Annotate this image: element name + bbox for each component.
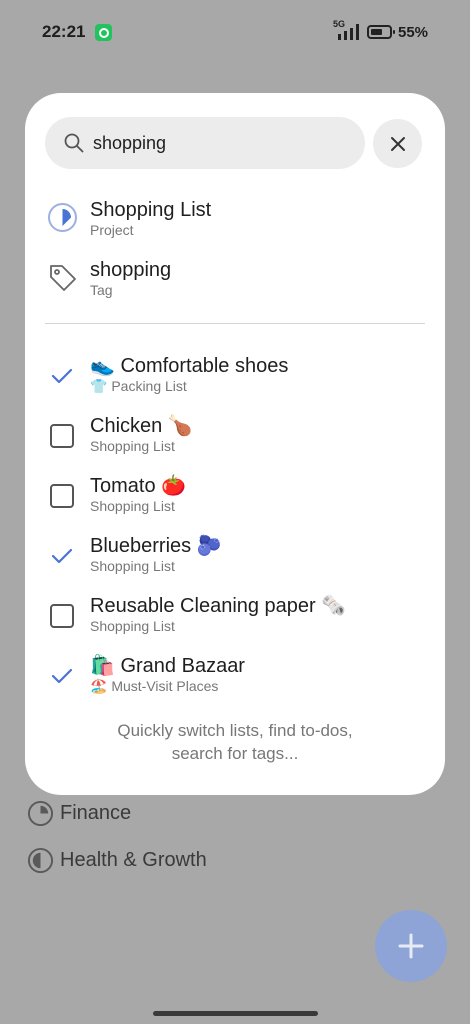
search-popup: Shopping List Project shopping Tag 👟 Com… bbox=[25, 93, 445, 795]
todo-checkbox-checked[interactable] bbox=[47, 661, 77, 691]
todo-item[interactable]: 🛍️ Grand Bazaar 🏖️ Must-Visit Places bbox=[47, 654, 245, 695]
status-bar: 22:21 5G 55% bbox=[0, 0, 470, 64]
todo-checkbox-checked[interactable] bbox=[47, 541, 77, 571]
todo-list-name: Shopping List bbox=[90, 618, 175, 634]
todo-title: 🛍️ Grand Bazaar bbox=[90, 655, 245, 677]
whatsapp-notification-icon bbox=[95, 24, 112, 41]
result-type: Tag bbox=[90, 282, 113, 298]
todo-list-name: Shopping List bbox=[90, 438, 175, 454]
close-icon bbox=[390, 136, 405, 151]
search-bar[interactable] bbox=[45, 117, 365, 169]
todo-list-name: Shopping List bbox=[90, 558, 175, 574]
result-type: Project bbox=[90, 222, 134, 238]
checkbox-box bbox=[50, 484, 74, 508]
project-pie-icon bbox=[27, 847, 54, 874]
divider bbox=[45, 323, 425, 324]
todo-title: Tomato 🍅 bbox=[90, 475, 187, 497]
todo-checkbox-checked[interactable] bbox=[47, 361, 77, 391]
project-pie-icon bbox=[48, 203, 77, 232]
todo-item[interactable]: 👟 Comfortable shoes 👕 Packing List bbox=[47, 354, 288, 395]
todo-title: 👟 Comfortable shoes bbox=[90, 355, 289, 377]
checkbox-box bbox=[50, 604, 74, 628]
search-hint-line: search for tags... bbox=[171, 744, 299, 763]
todo-item[interactable]: Chicken 🍗 Shopping List bbox=[47, 414, 193, 455]
todo-checkbox[interactable] bbox=[47, 421, 77, 451]
bg-list-item-health[interactable]: Health & Growth bbox=[27, 847, 207, 874]
todo-list-name: 🏖️ Must-Visit Places bbox=[90, 678, 219, 694]
battery-percent: 55% bbox=[398, 24, 429, 41]
result-tag[interactable]: shopping Tag bbox=[47, 258, 171, 299]
search-icon bbox=[64, 133, 84, 153]
search-input[interactable] bbox=[93, 132, 333, 154]
todo-list-name: Shopping List bbox=[90, 498, 175, 514]
project-pie-icon bbox=[27, 800, 54, 827]
todo-title: Blueberries 🫐 bbox=[90, 535, 222, 557]
result-title: Shopping List bbox=[90, 199, 212, 221]
checkmark-icon bbox=[51, 368, 73, 384]
bg-list-item-label: Finance bbox=[60, 802, 132, 824]
todo-item[interactable]: Reusable Cleaning paper 🗞️ Shopping List bbox=[47, 594, 346, 635]
add-fab-button[interactable] bbox=[375, 910, 447, 982]
checkmark-icon bbox=[51, 548, 73, 564]
checkmark-icon bbox=[51, 668, 73, 684]
close-button[interactable] bbox=[373, 119, 422, 168]
todo-item[interactable]: Tomato 🍅 Shopping List bbox=[47, 474, 186, 515]
tag-icon bbox=[50, 265, 76, 291]
status-time: 22:21 bbox=[42, 22, 86, 41]
todo-item[interactable]: Blueberries 🫐 Shopping List bbox=[47, 534, 222, 575]
plus-icon bbox=[398, 933, 424, 959]
signal-icon bbox=[338, 24, 359, 40]
bg-list-item-label: Health & Growth bbox=[60, 849, 207, 871]
search-hint: Quickly switch lists, find to-dos, searc… bbox=[45, 719, 425, 765]
search-hint-line: Quickly switch lists, find to-dos, bbox=[117, 721, 353, 740]
todo-title: Reusable Cleaning paper 🗞️ bbox=[90, 595, 347, 617]
home-indicator[interactable] bbox=[153, 1011, 318, 1016]
todo-checkbox[interactable] bbox=[47, 481, 77, 511]
result-project[interactable]: Shopping List Project bbox=[47, 198, 211, 239]
todo-list-name: 👕 Packing List bbox=[90, 378, 187, 394]
checkbox-box bbox=[50, 424, 74, 448]
todo-title: Chicken 🍗 bbox=[90, 415, 193, 437]
battery-icon bbox=[367, 25, 395, 39]
result-title: shopping bbox=[90, 259, 172, 281]
bg-list-item-finance[interactable]: Finance bbox=[27, 800, 131, 827]
todo-checkbox[interactable] bbox=[47, 601, 77, 631]
